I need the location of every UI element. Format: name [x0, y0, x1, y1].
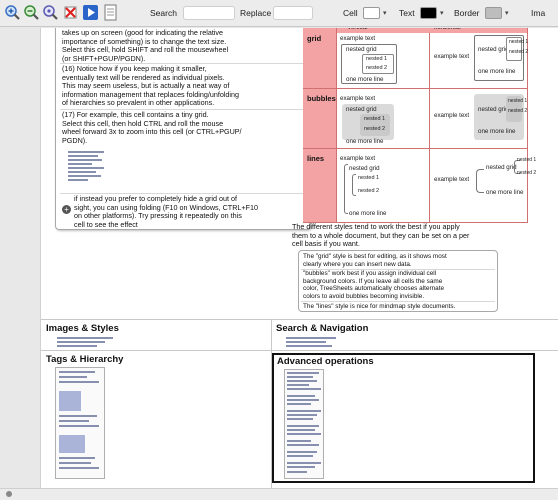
cell-color-label: Cell — [343, 8, 358, 18]
one-more-line-text: one more line — [346, 138, 384, 145]
delete-icon[interactable] — [62, 4, 79, 21]
nested-2-text: nested 2 — [366, 65, 388, 71]
run-icon[interactable] — [82, 4, 99, 21]
zoom-reset-icon[interactable] — [42, 4, 59, 21]
nested-grid-text: nested grid — [478, 46, 509, 53]
section-title: Advanced operations — [277, 356, 374, 367]
nested-2-text: nested 2 — [509, 49, 529, 55]
nested-1-text: nested 1 — [509, 39, 529, 45]
section-tags-hierarchy[interactable]: Tags & Hierarchy — [41, 351, 271, 488]
document-icon[interactable] — [103, 4, 120, 21]
one-more-line-text: one more line — [478, 128, 516, 135]
example-text: example text — [434, 53, 470, 60]
nested-1-text: nested 1 — [517, 157, 537, 163]
styles-intro-text: The different styles tend to work the be… — [292, 222, 470, 249]
example-text: example text — [434, 112, 470, 119]
example-text: example text — [340, 95, 376, 102]
image-label: Ima — [531, 8, 546, 18]
nested-grid-text: nested grid — [346, 106, 377, 113]
section-search-navigation[interactable]: Search & Navigation — [272, 320, 558, 350]
styles-label-column — [303, 28, 336, 222]
grid-style-label: grid — [307, 34, 322, 43]
example-text: example text — [340, 155, 376, 162]
section-advanced-operations[interactable]: Advanced operations — [272, 353, 535, 483]
bubbles-note: "bubbles" work best if you assign indivi… — [303, 270, 445, 300]
zoom-in-icon[interactable] — [4, 4, 21, 21]
tiny-grid-thumbnail[interactable] — [68, 151, 104, 181]
section-title: Images & Styles — [46, 323, 119, 334]
bubbles-style-label: bubbles — [307, 94, 336, 103]
example-text: example text — [340, 35, 376, 42]
one-more-line-text: one more line — [346, 76, 384, 83]
connector-line — [344, 164, 348, 214]
search-label: Search — [150, 8, 177, 18]
tips-panel[interactable]: takes up on screen (good for indicating … — [55, 28, 311, 230]
replace-label: Replace — [240, 8, 272, 18]
section-title: Tags & Hierarchy — [46, 354, 124, 365]
border-color-swatch[interactable] — [485, 7, 502, 19]
search-input[interactable] — [183, 6, 235, 20]
one-more-line-text: one more line — [478, 68, 516, 75]
text-color-swatch[interactable] — [420, 7, 437, 19]
replace-input[interactable] — [273, 6, 313, 20]
lines-style-label: lines — [307, 154, 325, 163]
grid-note: The "grid" style is best for editing, as… — [303, 253, 447, 268]
nested-grid-text: nested grid — [346, 46, 377, 53]
text-color-chevron-down-icon[interactable]: ▾ — [440, 9, 444, 17]
nested-2-text: nested 2 — [358, 188, 380, 194]
folding-tip-text: if instead you prefer to completely hide… — [74, 194, 258, 229]
expand-plus-icon[interactable]: + — [62, 205, 71, 214]
nested-1-text: nested 1 — [358, 175, 380, 181]
border-color-chevron-down-icon[interactable]: ▾ — [505, 9, 509, 17]
tip-16-text: (16) Notice how if you keep making it sm… — [62, 64, 240, 108]
styles-notes-panel[interactable]: The "grid" style is best for editing, as… — [298, 250, 498, 312]
status-bar — [0, 488, 558, 500]
tip-17-text: (17) For example, this cell contains a t… — [62, 110, 242, 145]
nested-grid-text: nested grid — [349, 165, 380, 172]
nested-grid-text: nested grid — [486, 164, 517, 171]
nested-grid-text: nested grid — [478, 106, 509, 113]
tip-15-text: takes up on screen (good for indicating … — [62, 28, 229, 63]
toolbar: Search Replace Cell ▾ Text ▾ Border ▾ Im… — [0, 0, 558, 27]
text-color-label: Text — [399, 8, 415, 18]
nested-2-text: nested 2 — [364, 126, 386, 132]
zoom-out-icon[interactable] — [23, 4, 40, 21]
section-title: Search & Navigation — [276, 323, 369, 334]
lines-note: The "lines" style is nice for mindmap st… — [303, 303, 456, 310]
vertical-header: vertical — [348, 28, 368, 31]
example-text: example text — [434, 176, 470, 183]
document-canvas[interactable]: takes up on screen (good for indicating … — [40, 28, 558, 488]
one-more-line-text: one more line — [486, 189, 524, 196]
nested-1-text: nested 1 — [366, 56, 388, 62]
connector-line — [476, 169, 484, 193]
one-more-line-text: one more line — [349, 210, 387, 217]
section-images-styles[interactable]: Images & Styles — [41, 320, 271, 350]
nested-1-text: nested 1 — [508, 98, 528, 104]
horizontal-header: horizontal — [434, 28, 461, 31]
border-color-label: Border — [454, 8, 480, 18]
styles-grid[interactable]: vertical horizontal grid bubbles lines e… — [303, 28, 558, 246]
cell-color-chevron-down-icon[interactable]: ▾ — [383, 9, 387, 17]
connector-line — [352, 174, 356, 196]
cell-color-swatch[interactable] — [363, 7, 380, 19]
status-indicator-icon — [6, 491, 12, 497]
nested-2-text: nested 2 — [508, 108, 528, 114]
nested-2-text: nested 2 — [517, 170, 537, 176]
nested-1-text: nested 1 — [364, 116, 386, 122]
